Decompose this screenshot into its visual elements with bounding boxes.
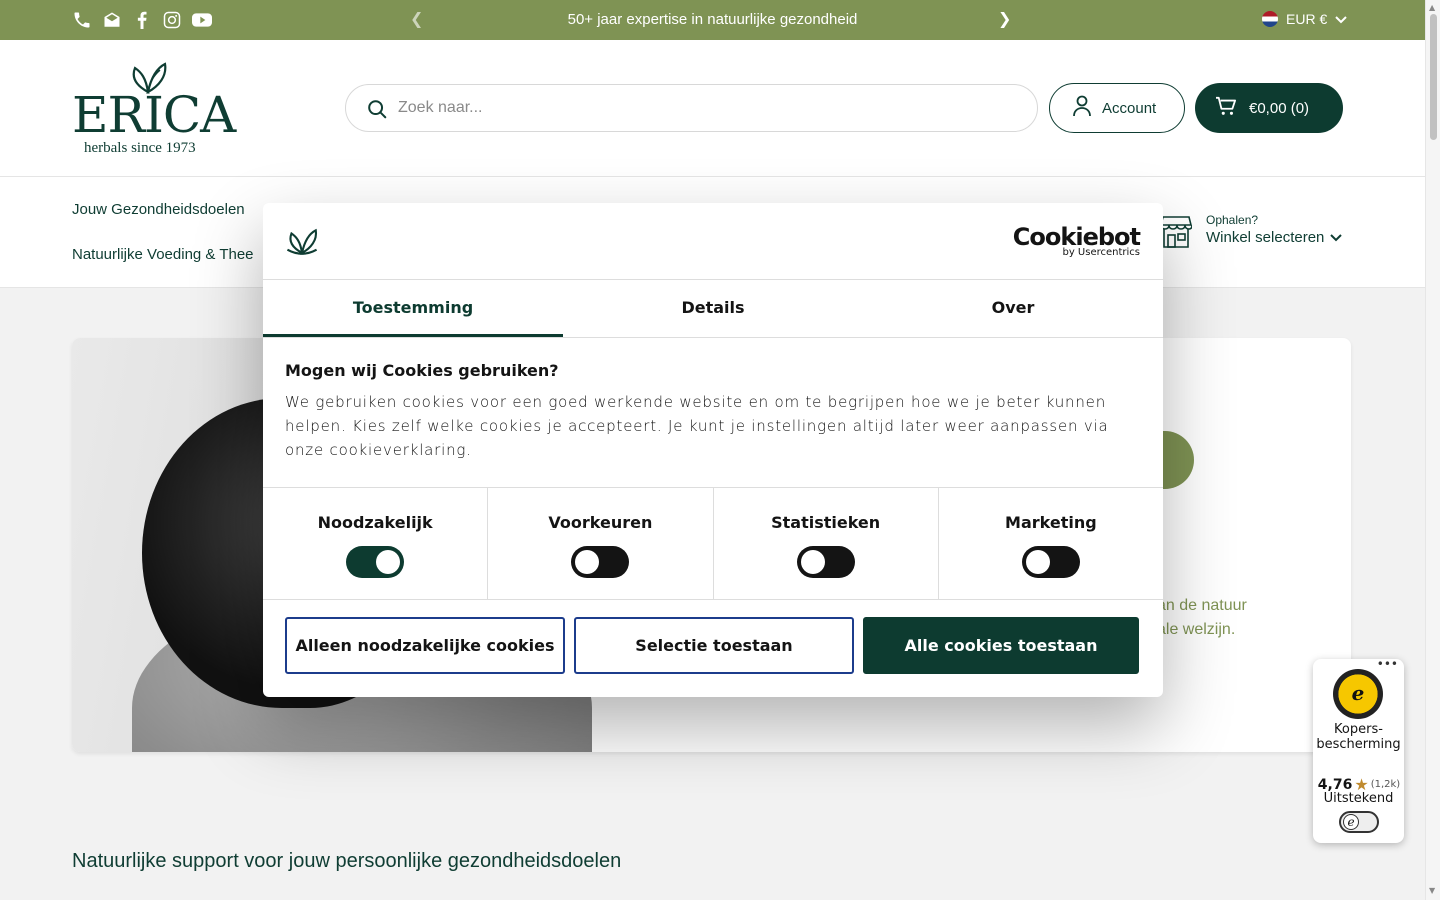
scroll-down-icon[interactable]: ▼ <box>1429 886 1435 895</box>
toggle-noodzakelijk[interactable] <box>346 546 405 578</box>
search-input[interactable] <box>398 95 998 121</box>
social-links <box>72 10 212 30</box>
nav-item-gezondheidsdoelen[interactable]: Jouw Gezondheidsdoelen <box>72 201 245 218</box>
toggle-statistieken[interactable] <box>796 546 855 578</box>
category-marketing: Marketing <box>939 488 1163 599</box>
cookie-dialog-text: We gebruiken cookies voor een goed werke… <box>285 393 1109 459</box>
category-label: Marketing <box>1005 513 1097 532</box>
chevron-down-icon <box>1335 11 1347 27</box>
allow-all-button[interactable]: Alle cookies toestaan <box>863 617 1139 674</box>
erica-logo[interactable]: ERICA herbals since 1973 <box>72 58 236 158</box>
mail-icon[interactable] <box>102 10 122 30</box>
cookie-tabs: Toestemming Details Over <box>263 280 1163 338</box>
rating-count: (1,2k) <box>1370 779 1401 790</box>
store-select-text: Winkel selecteren <box>1206 229 1325 246</box>
cookie-actions: Alleen noodzakelijke cookies Selectie to… <box>285 617 1141 674</box>
category-statistieken: Statistieken <box>714 488 939 599</box>
category-noodzakelijk: Noodzakelijk <box>263 488 489 599</box>
cart-total: €0,00 (0) <box>1249 99 1310 117</box>
allow-selection-button[interactable]: Selectie toestaan <box>574 617 854 674</box>
toggle-voorkeuren[interactable] <box>571 546 630 578</box>
netherlands-flag-icon <box>1262 11 1278 27</box>
cart-icon <box>1215 96 1237 120</box>
allow-necessary-button[interactable]: Alleen noodzakelijke cookies <box>285 617 565 674</box>
trusted-shops-badge[interactable]: ••• e Kopers-bescherming 4,76 ★ (1,2k) U… <box>1313 657 1404 843</box>
logo-wordmark: ERICA <box>72 86 236 144</box>
category-label: Noodzakelijk <box>317 513 433 532</box>
chevron-left-icon[interactable]: ❮ <box>410 9 423 28</box>
section-title: Natuurlijke support voor jouw persoonlij… <box>72 850 622 872</box>
cart-button[interactable]: €0,00 (0) <box>1195 83 1343 133</box>
store-select-label: Winkel selecteren <box>1206 229 1343 246</box>
cookie-categories: Noodzakelijk Voorkeuren Statistieken Mar… <box>263 487 1163 600</box>
site-header: ERICA herbals since 1973 Account €0,00 (… <box>0 40 1425 177</box>
account-label: Account <box>1102 99 1157 117</box>
store-selector[interactable]: Ophalen? Winkel selecteren <box>1206 213 1343 246</box>
nav-item-voeding-thee[interactable]: Natuurlijke Voeding & Thee <box>72 246 254 263</box>
cookie-dialog-title: Mogen wij Cookies gebruiken? <box>285 361 559 380</box>
trusted-shops-seal-icon: e <box>1333 669 1383 719</box>
search-bar <box>345 84 1038 132</box>
user-icon <box>1072 95 1092 121</box>
logo-tagline: herbals since 1973 <box>84 140 196 156</box>
cookie-consent-dialog: Cookiebot by Usercentrics Toestemming De… <box>263 203 1163 697</box>
instagram-icon[interactable] <box>162 10 182 30</box>
hero-text: an de natuur ale welzijn. <box>1157 594 1247 642</box>
category-label: Statistieken <box>771 513 881 532</box>
facebook-icon[interactable] <box>132 10 152 30</box>
page-scrollbar[interactable]: ▲ ▼ <box>1425 0 1440 900</box>
tab-toestemming[interactable]: Toestemming <box>263 280 563 337</box>
chevron-down-icon <box>1330 233 1343 241</box>
announcement-bar: ❮ 50+ jaar expertise in natuurlijke gezo… <box>0 0 1425 40</box>
search-icon[interactable] <box>366 98 388 124</box>
store-pickup-label: Ophalen? <box>1206 213 1259 227</box>
cookie-dialog-header: Cookiebot by Usercentrics <box>263 203 1163 280</box>
category-voorkeuren: Voorkeuren <box>488 488 714 599</box>
tab-details[interactable]: Details <box>563 280 863 337</box>
youtube-icon[interactable] <box>192 10 212 30</box>
buyer-protection-label: Kopers-bescherming <box>1316 722 1401 752</box>
toggle-marketing[interactable] <box>1021 546 1080 578</box>
more-options-icon[interactable]: ••• <box>1377 657 1398 671</box>
chevron-right-icon[interactable]: ❯ <box>998 9 1011 28</box>
hero-text-line: an de natuur <box>1157 597 1247 614</box>
scrollbar-thumb[interactable] <box>1430 14 1437 140</box>
currency-label: EUR € <box>1286 11 1328 27</box>
announcement-text: 50+ jaar expertise in natuurlijke gezond… <box>567 11 858 28</box>
account-button[interactable]: Account <box>1049 83 1185 133</box>
cookie-dialog-body: Mogen wij Cookies gebruiken? We gebruike… <box>285 361 1135 462</box>
store-icon[interactable] <box>1159 215 1193 253</box>
cookiebot-logo[interactable]: Cookiebot by Usercentrics <box>1013 223 1141 258</box>
currency-selector[interactable]: EUR € <box>1262 11 1347 27</box>
scroll-up-icon[interactable]: ▲ <box>1429 3 1435 12</box>
leaf-logo-icon <box>285 225 319 259</box>
trusted-shops-toggle-icon[interactable]: e <box>1339 811 1379 833</box>
phone-icon[interactable] <box>72 10 92 30</box>
hero-text-line: ale welzijn. <box>1157 621 1236 638</box>
tab-over[interactable]: Over <box>863 280 1163 337</box>
rating-grade: Uitstekend <box>1323 791 1394 806</box>
category-label: Voorkeuren <box>548 513 653 532</box>
